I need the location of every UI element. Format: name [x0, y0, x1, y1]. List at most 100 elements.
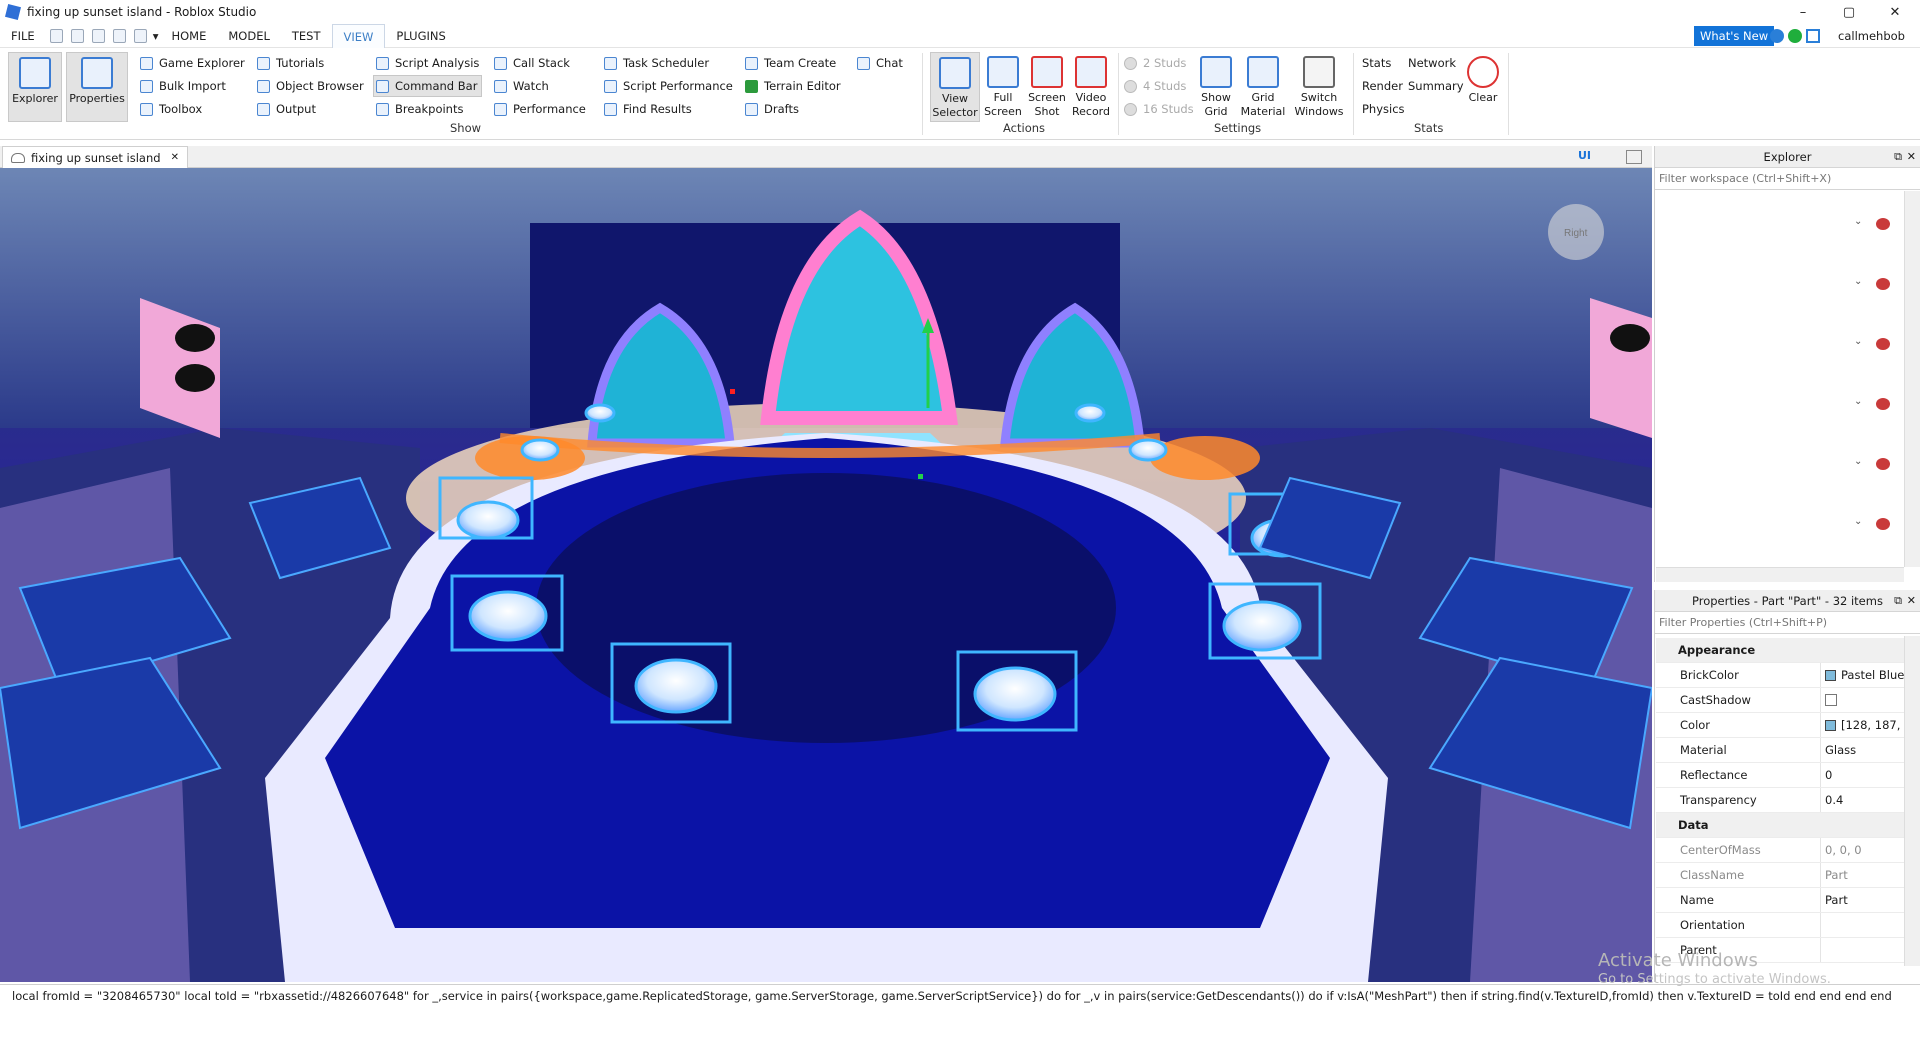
tab-test[interactable]: TEST [281, 24, 332, 48]
property-row[interactable]: ClassName Part [1656, 863, 1904, 888]
stop-icon[interactable] [133, 28, 147, 43]
terrain-editor-button[interactable]: Terrain Editor [745, 76, 841, 96]
breakpoints-button[interactable]: Breakpoints [376, 99, 463, 119]
drafts-button[interactable]: Drafts [745, 99, 799, 119]
tree-item[interactable]: ⌄ [1854, 516, 1920, 534]
full-screen-button[interactable]: Full Screen [982, 52, 1024, 122]
team-create-button[interactable]: Team Create [745, 53, 836, 73]
share-icon[interactable] [1806, 29, 1820, 43]
publish-icon[interactable] [112, 28, 126, 43]
tab-plugins[interactable]: PLUGINS [385, 24, 456, 48]
username-label[interactable]: callmehbob [1838, 24, 1905, 48]
physics-stats-button[interactable]: Physics [1362, 99, 1405, 119]
task-scheduler-button[interactable]: Task Scheduler [604, 53, 709, 73]
properties-filter-input[interactable]: Filter Properties (Ctrl+Shift+P) [1655, 612, 1920, 634]
clear-stats-button[interactable]: Clear [1462, 52, 1504, 122]
property-value[interactable] [1820, 688, 1904, 712]
ui-visibility-toggle[interactable]: UI [1578, 149, 1591, 162]
property-value[interactable]: Glass [1820, 738, 1904, 762]
view-selector-button[interactable]: View Selector [930, 52, 980, 122]
close-tab-icon[interactable]: ✕ [171, 152, 179, 163]
explorer-h-scrollbar[interactable] [1656, 567, 1904, 582]
chat-button[interactable]: Chat [857, 53, 903, 73]
find-results-button[interactable]: Find Results [604, 99, 692, 119]
4-studs-option[interactable]: 4 Studs [1124, 76, 1186, 96]
property-row[interactable]: Color [128, 187, 219] [1656, 713, 1904, 738]
tutorials-button[interactable]: Tutorials [257, 53, 324, 73]
tree-item[interactable]: ⌄ [1854, 216, 1920, 234]
stats-button[interactable]: Stats [1362, 53, 1391, 73]
minimize-button[interactable]: – [1780, 0, 1826, 24]
video-record-button[interactable]: Video Record [1070, 52, 1112, 122]
close-window-button[interactable]: ✕ [1872, 0, 1918, 24]
property-category[interactable]: Appearance [1656, 638, 1904, 663]
watch-button[interactable]: Watch [494, 76, 549, 96]
tab-view[interactable]: VIEW [331, 23, 386, 48]
explorer-scrollbar[interactable] [1904, 191, 1920, 567]
properties-button[interactable]: Properties [66, 52, 128, 122]
call-stack-button[interactable]: Call Stack [494, 53, 570, 73]
property-row[interactable]: CenterOfMass 0, 0, 0 [1656, 838, 1904, 863]
close-properties-icon[interactable]: ✕ [1907, 590, 1916, 612]
redo-icon[interactable] [91, 28, 105, 43]
property-row[interactable]: CastShadow [1656, 688, 1904, 713]
command-bar-input[interactable]: local fromId = "3208465730" local toId =… [0, 984, 1920, 1006]
dock-icon[interactable]: ⧉ [1894, 146, 1902, 168]
render-stats-button[interactable]: Render [1362, 76, 1403, 96]
castshadow-checkbox[interactable] [1825, 694, 1837, 706]
property-category[interactable]: Data [1656, 813, 1904, 838]
undo-icon[interactable] [70, 28, 84, 43]
dock-icon[interactable]: ⧉ [1894, 590, 1902, 612]
property-row[interactable]: Name Part [1656, 888, 1904, 913]
performance-button[interactable]: Performance [494, 99, 586, 119]
grid-material-button[interactable]: Grid Material [1240, 52, 1286, 122]
property-value[interactable]: [128, 187, 219] [1820, 713, 1904, 737]
object-browser-button[interactable]: Object Browser [257, 76, 364, 96]
property-row[interactable]: Transparency 0.4 [1656, 788, 1904, 813]
view-cube-label[interactable]: Right [1564, 228, 1588, 239]
tree-item[interactable]: ⌄ [1854, 396, 1920, 414]
document-tab[interactable]: fixing up sunset island ✕ [2, 146, 188, 168]
tree-item[interactable]: ⌄ [1854, 456, 1920, 474]
property-row[interactable]: Orientation [1656, 913, 1904, 938]
maximize-button[interactable]: ▢ [1826, 0, 1872, 24]
script-performance-button[interactable]: Script Performance [604, 76, 733, 96]
game-explorer-button[interactable]: Game Explorer [140, 53, 245, 73]
network-stats-button[interactable]: Network [1408, 53, 1456, 73]
screenshot-button[interactable]: Screen Shot [1026, 52, 1068, 122]
tab-model[interactable]: MODEL [217, 24, 281, 48]
script-analysis-button[interactable]: Script Analysis [376, 53, 479, 73]
tree-item[interactable]: ⌄ [1854, 336, 1920, 354]
command-bar-button[interactable]: Command Bar [372, 75, 483, 97]
property-value[interactable]: 0, 0, 0 [1820, 838, 1904, 862]
property-value[interactable]: Pastel Blue [1820, 663, 1904, 687]
color-swatch[interactable] [1825, 669, 1836, 681]
color-swatch[interactable] [1825, 719, 1836, 731]
2-studs-option[interactable]: 2 Studs [1124, 53, 1186, 73]
output-button[interactable]: Output [257, 99, 316, 119]
layout-icon[interactable] [1626, 150, 1642, 164]
close-explorer-icon[interactable]: ✕ [1907, 146, 1916, 168]
whats-new-button[interactable]: What's New [1694, 26, 1775, 46]
show-grid-button[interactable]: Show Grid [1195, 52, 1237, 122]
property-row[interactable]: BrickColor Pastel Blue [1656, 663, 1904, 688]
property-value[interactable]: Part [1820, 863, 1904, 887]
property-value[interactable]: 0 [1820, 763, 1904, 787]
toolbox-button[interactable]: Toolbox [140, 99, 202, 119]
tab-home[interactable]: HOME [160, 24, 217, 48]
explorer-filter-input[interactable]: Filter workspace (Ctrl+Shift+X) [1655, 168, 1920, 190]
properties-scrollbar[interactable] [1904, 636, 1920, 966]
tab-file[interactable]: FILE [0, 24, 46, 48]
help-icon[interactable] [1770, 29, 1784, 43]
property-value[interactable]: 0.4 [1820, 788, 1904, 812]
new-file-icon[interactable] [49, 28, 63, 43]
summary-stats-button[interactable]: Summary [1408, 76, 1464, 96]
property-row[interactable]: Reflectance 0 [1656, 763, 1904, 788]
property-value[interactable] [1820, 938, 1904, 962]
property-row[interactable]: Material Glass [1656, 738, 1904, 763]
switch-windows-button[interactable]: Switch Windows [1291, 52, 1347, 122]
property-value[interactable]: Part [1820, 888, 1904, 912]
tree-item[interactable]: ⌄ [1854, 276, 1920, 294]
bulk-import-button[interactable]: Bulk Import [140, 76, 226, 96]
quick-access-dropdown-icon[interactable]: ▾ [151, 24, 161, 48]
